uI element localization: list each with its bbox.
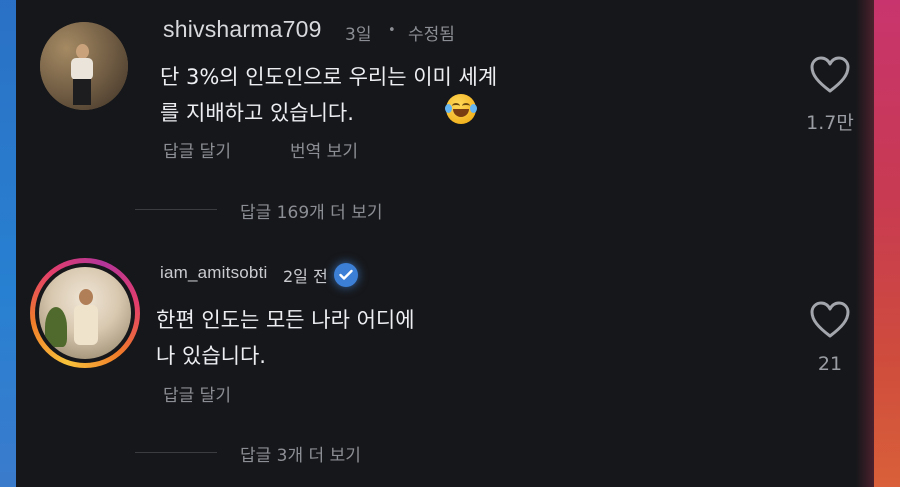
comment-text: 한편 인도는 모든 나라 어디에 나 있습니다. bbox=[156, 302, 415, 374]
laughing-emoji-icon bbox=[445, 94, 477, 124]
left-edge-gradient bbox=[0, 0, 16, 487]
avatar[interactable] bbox=[39, 267, 131, 359]
edited-label: 수정됨 bbox=[408, 25, 455, 45]
verified-badge-icon bbox=[334, 263, 358, 287]
view-more-replies-button[interactable]: 답글 3개 더 보기 bbox=[240, 441, 361, 466]
replies-divider bbox=[135, 209, 217, 210]
reply-button[interactable]: 답글 달기 bbox=[163, 137, 231, 162]
comment-text-line-2: 를 지배하고 있습니다. bbox=[160, 101, 354, 125]
comment-text-line-2: 나 있습니다. bbox=[156, 344, 266, 368]
view-more-replies-button[interactable]: 답글 169개 더 보기 bbox=[240, 198, 383, 223]
comment-username[interactable]: shivsharma709 bbox=[163, 16, 322, 43]
reply-button[interactable]: 답글 달기 bbox=[163, 381, 231, 406]
translate-button[interactable]: 번역 보기 bbox=[290, 137, 358, 162]
comment-text-line-1: 한편 인도는 모든 나라 어디에 bbox=[156, 308, 415, 332]
comment-timestamp: 3일 bbox=[345, 25, 372, 45]
meta-separator: • bbox=[388, 23, 396, 38]
comment-text: 단 3%의 인도인으로 우리는 이미 세계 를 지배하고 있습니다. bbox=[160, 59, 497, 131]
comment-text-line-1: 단 3%의 인도인으로 우리는 이미 세계 bbox=[160, 65, 498, 89]
like-count: 21 bbox=[817, 353, 843, 375]
replies-divider bbox=[135, 452, 217, 453]
avatar[interactable] bbox=[40, 22, 128, 110]
heart-icon[interactable] bbox=[809, 56, 851, 98]
heart-icon[interactable] bbox=[809, 301, 851, 343]
right-edge-gradient bbox=[856, 0, 900, 487]
like-count: 1.7만 bbox=[806, 112, 854, 134]
comment-timestamp: 2일 전 bbox=[283, 267, 328, 286]
avatar-story-ring[interactable] bbox=[30, 258, 140, 368]
comment-username[interactable]: iam_amitsobti bbox=[160, 263, 267, 283]
